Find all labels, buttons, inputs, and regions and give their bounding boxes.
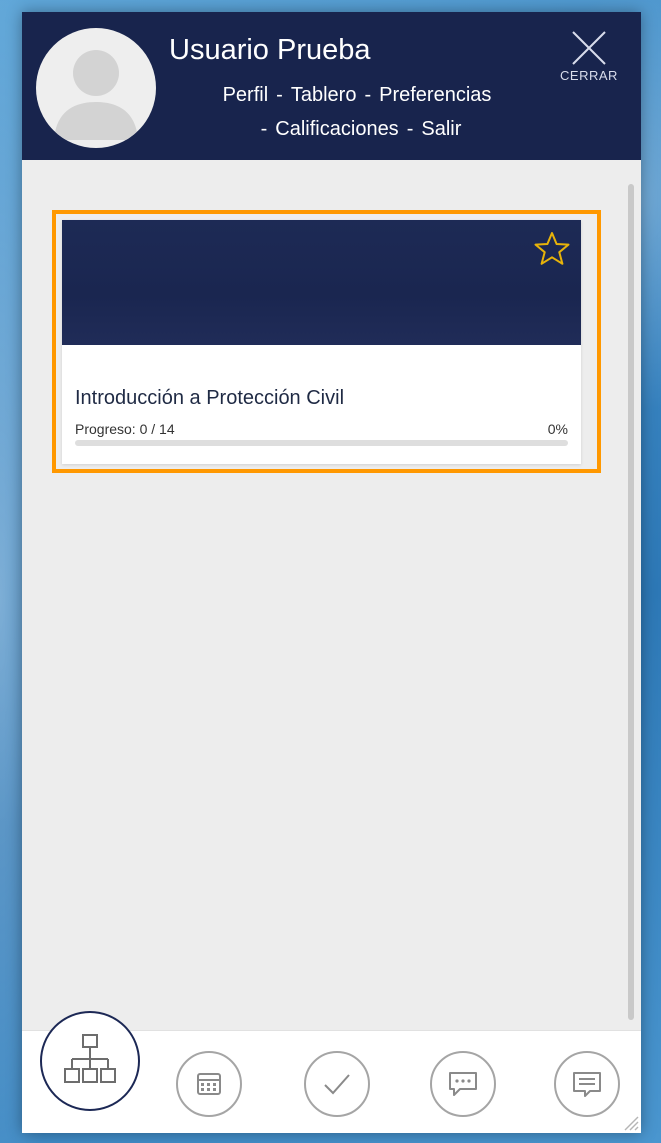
check-icon (324, 1074, 350, 1095)
progress-percent: 0% (547, 421, 568, 437)
sitemap-icon (64, 1034, 116, 1083)
close-icon (572, 31, 606, 65)
nav-link-salir[interactable]: Salir (421, 118, 461, 140)
star-outline-icon (534, 232, 570, 265)
course-card[interactable]: Introducción a Protección Civil Progreso… (62, 220, 581, 464)
nav-separator: - (406, 118, 414, 140)
chat-button[interactable] (430, 1051, 496, 1117)
nav-link-preferencias[interactable]: Preferencias (379, 84, 491, 106)
check-button[interactable] (304, 1051, 370, 1117)
message-icon (573, 1072, 601, 1097)
nav-separator: - (276, 84, 283, 106)
course-list: Introducción a Protección Civil Progreso… (22, 160, 641, 1030)
vertical-scrollbar[interactable] (628, 184, 634, 1020)
nav-separator: - (260, 118, 268, 140)
nav-link-tablero[interactable]: Tablero (291, 84, 357, 106)
user-name: Usuario Prueba (169, 34, 371, 66)
bottom-navigation (22, 1011, 641, 1133)
calendar-icon (197, 1073, 221, 1095)
nav-separator: - (364, 84, 372, 106)
nav-link-calificaciones[interactable]: Calificaciones (275, 118, 398, 140)
progress-bar (75, 440, 568, 446)
messages-button[interactable] (554, 1051, 620, 1117)
user-panel: Usuario Prueba Perfil - Tablero - Preferenci… (22, 12, 641, 1133)
calendar-button[interactable] (176, 1051, 242, 1117)
chat-bubble-icon (449, 1072, 477, 1096)
close-button[interactable]: CERRAR (554, 28, 624, 98)
nav-link-perfil[interactable]: Perfil (223, 84, 269, 106)
course-title: Introducción a Protección Civil (75, 387, 345, 409)
course-banner (62, 220, 581, 345)
panel-header: Usuario Prueba Perfil - Tablero - Preferenci… (22, 12, 641, 160)
resize-grip-icon[interactable] (621, 1113, 639, 1131)
sitemap-button[interactable] (40, 1011, 140, 1111)
avatar[interactable] (36, 28, 156, 148)
progress-label: Progreso: 0 / 14 (75, 421, 175, 437)
close-label: CERRAR (560, 68, 618, 83)
user-nav-links: Perfil - Tablero - Preferencias - Calificacio… (167, 78, 547, 146)
favorite-button[interactable] (533, 230, 571, 268)
user-silhouette-icon (54, 50, 138, 140)
